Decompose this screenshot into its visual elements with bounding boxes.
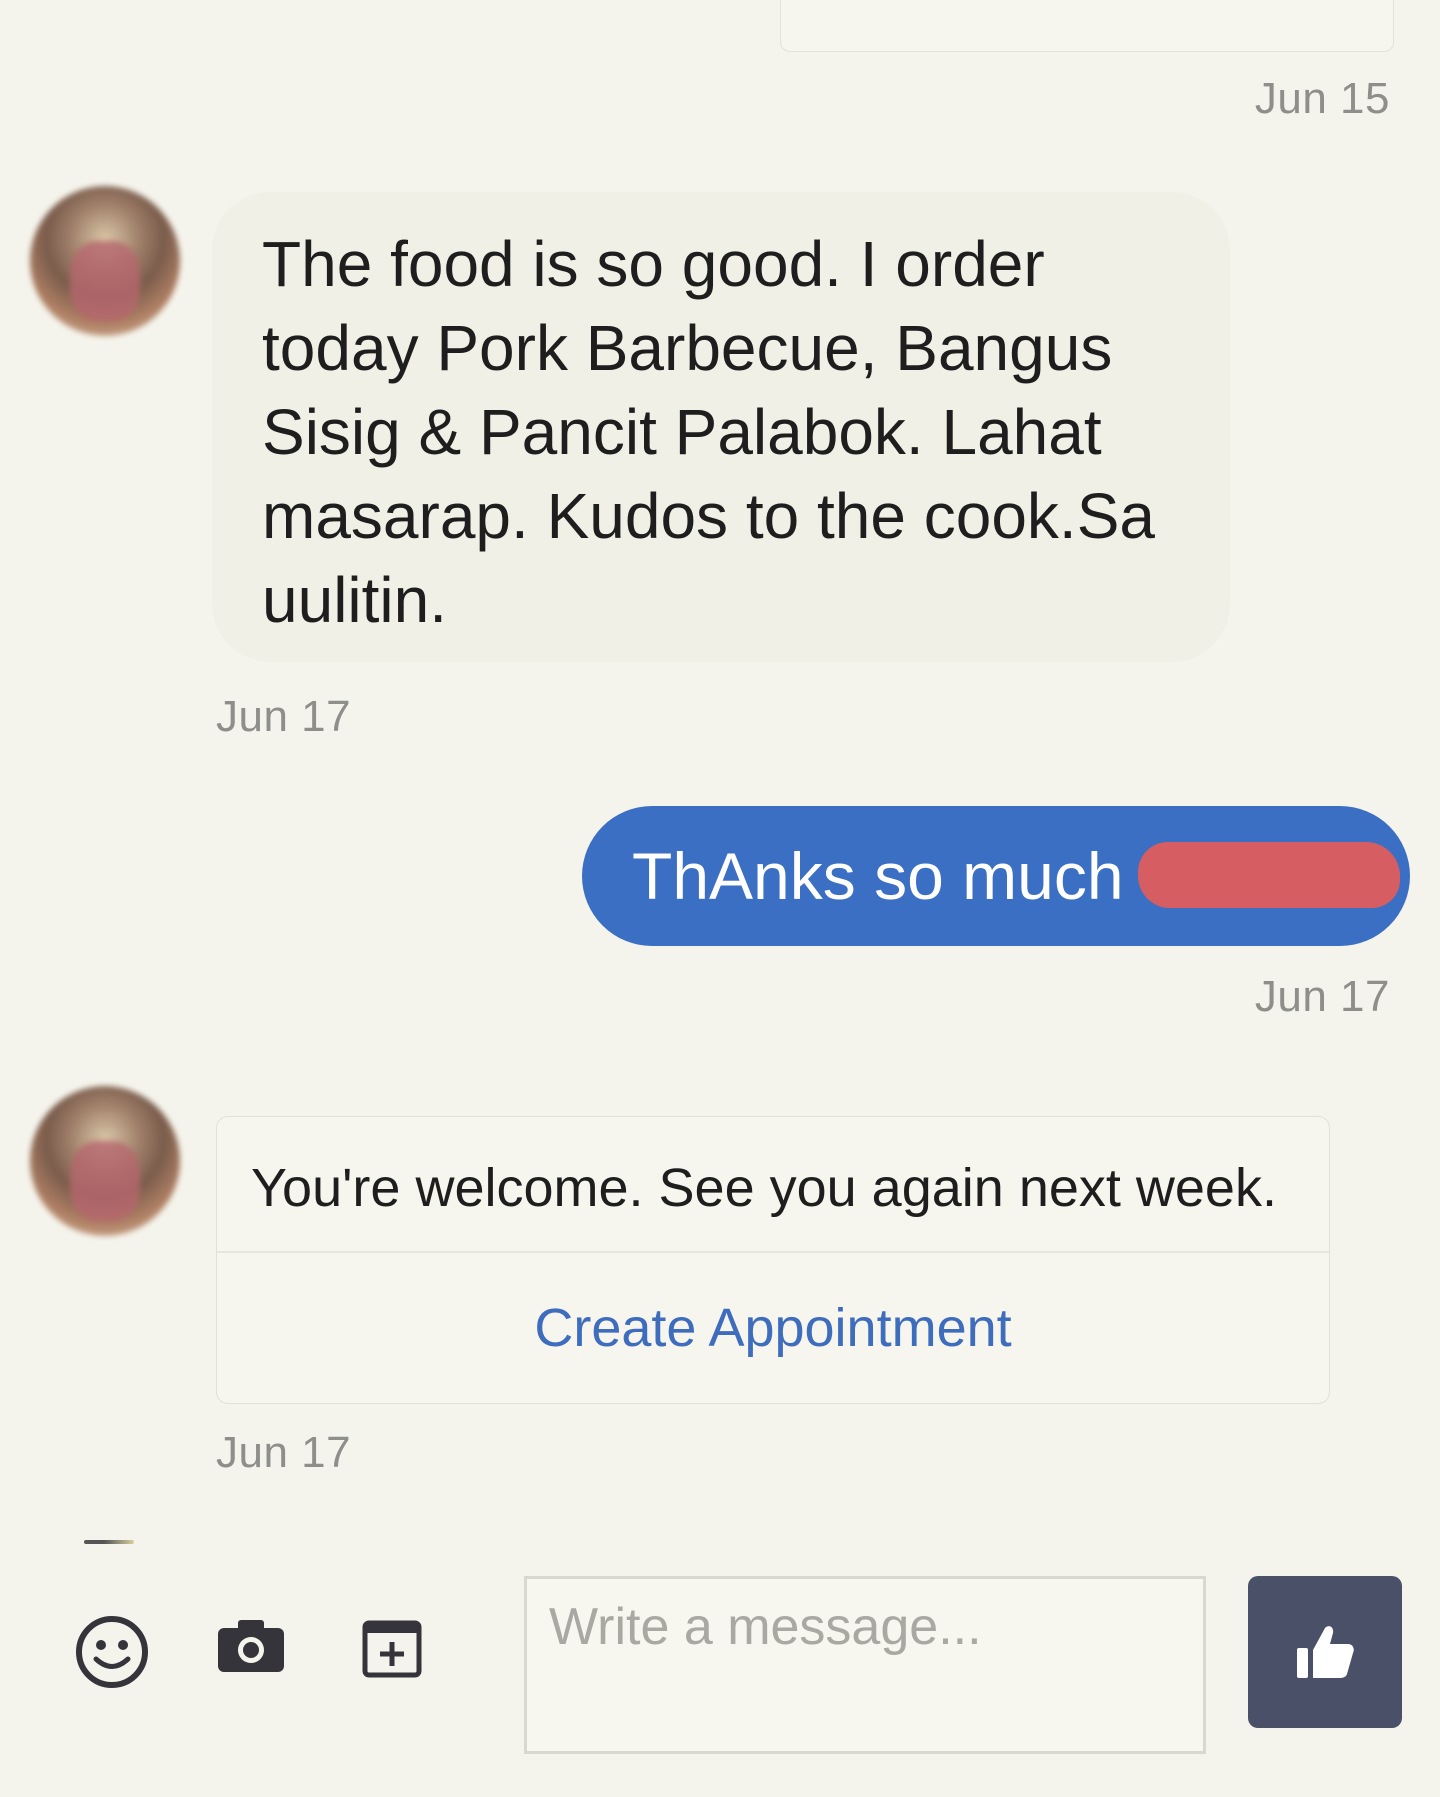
contact-avatar[interactable] xyxy=(30,1086,180,1236)
create-appointment-button[interactable]: Create Appointment xyxy=(217,1253,1329,1403)
like-button[interactable] xyxy=(1248,1576,1402,1728)
message-timestamp: Jun 17 xyxy=(1254,972,1390,1021)
smiley-icon[interactable] xyxy=(74,1614,150,1690)
message-text: The food is so good. I order today Pork … xyxy=(262,228,1155,636)
message-timestamp: Jun 17 xyxy=(216,692,352,741)
message-textarea[interactable] xyxy=(527,1579,1203,1751)
reply-card: You're welcome. See you again next week.… xyxy=(216,1116,1330,1404)
redaction-mark xyxy=(1138,842,1400,908)
previous-message-card xyxy=(780,0,1394,52)
message-text: ThAnks so much xyxy=(632,839,1124,913)
incoming-message-bubble: The food is so good. I order today Pork … xyxy=(212,192,1230,662)
partial-avatar xyxy=(84,1540,134,1544)
message-input[interactable] xyxy=(524,1576,1206,1754)
thumbs-up-icon xyxy=(1297,1626,1354,1678)
calendar-add-icon[interactable] xyxy=(362,1618,422,1678)
message-timestamp: Jun 15 xyxy=(1254,74,1390,123)
outgoing-message-bubble: ThAnks so much xyxy=(582,806,1410,946)
message-text: You're welcome. See you again next week. xyxy=(251,1158,1277,1218)
contact-avatar[interactable] xyxy=(30,186,180,336)
message-timestamp: Jun 17 xyxy=(216,1428,352,1477)
camera-icon[interactable] xyxy=(216,1618,286,1674)
